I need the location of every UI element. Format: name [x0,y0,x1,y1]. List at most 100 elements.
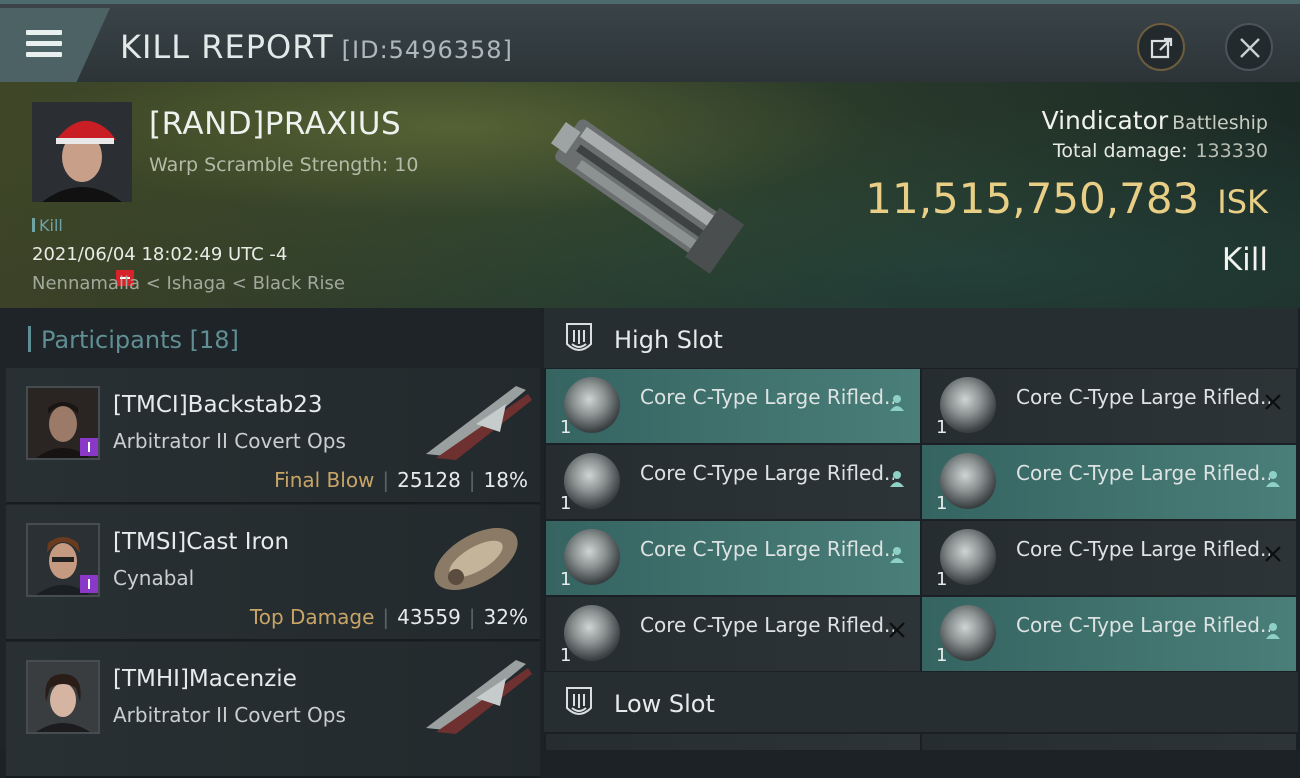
kill-summary-banner: [RAND]PRAXIUS Warp Scramble Strength: 10… [0,82,1300,308]
dropped-icon [890,395,904,411]
dropped-icon [1266,623,1280,639]
ship-class: Battleship [1172,112,1268,134]
kill-outcome: Kill [1221,242,1268,278]
large-projectile-turret-icon [564,605,620,661]
participant-name[interactable]: [TMSI]Cast Iron [113,529,289,555]
module-item[interactable]: 1 Core C-Type Large Rifled... [922,445,1296,519]
low-slot-icon [566,687,592,715]
title-bar: KILL REPORT [ID:5496358] [0,0,1300,86]
corp-badge-icon [80,438,98,456]
module-quantity: 1 [560,493,572,514]
participant-damage: 25128 [397,468,461,492]
victim-name[interactable]: [RAND]PRAXIUS [149,106,401,142]
participant-name[interactable]: [TMHI]Macenzie [113,666,297,692]
module-item[interactable] [546,734,920,750]
participant-row[interactable]: [TMSI]Cast Iron Cynabal Top Damage | 43559… [6,505,540,641]
participants-panel: Participants [18] [TMCI]Backstab23 Arbit… [0,308,540,778]
close-icon [1240,38,1260,58]
module-name: Core C-Type Large Rifled... [640,385,894,409]
dropped-icon [1266,471,1280,487]
module-quantity: 1 [560,645,572,666]
module-item[interactable]: 1 Core C-Type Large Rifled... [546,521,920,595]
module-item[interactable] [922,734,1296,750]
page-title-text: KILL REPORT [120,28,334,66]
participant-row[interactable]: [TMHI]Macenzie Arbitrator II Covert Ops [6,642,540,778]
large-projectile-turret-icon [564,529,620,585]
share-icon [1150,37,1173,59]
dropped-icon [890,547,904,563]
close-button[interactable] [1225,23,1273,71]
top-damage-tag: Top Damage [249,605,375,629]
pilot-avatar-icon [28,662,98,732]
participant-portrait [26,386,100,460]
page-title: KILL REPORT [ID:5496358] [120,28,513,66]
low-slot-header: Low Slot [544,672,1298,732]
module-name: Core C-Type Large Rifled... [640,461,894,485]
final-blow-tag: Final Blow [274,468,375,492]
large-projectile-turret-icon [564,377,620,433]
total-damage-value: 133330 [1195,140,1268,162]
module-name: Core C-Type Large Rifled... [640,613,894,637]
isk-unit: ISK [1217,183,1268,221]
module-item[interactable]: 1 Core C-Type Large Rifled... [922,521,1296,595]
module-name: Core C-Type Large Rifled... [1016,461,1270,485]
isk-amount: 11,515,750,783 [865,174,1200,223]
participant-ship: Arbitrator II Covert Ops [113,703,346,727]
isk-value: 11,515,750,783 ISK [865,174,1268,223]
module-quantity: 1 [936,645,948,666]
pilot-avatar-icon [32,102,132,202]
share-button[interactable] [1137,23,1185,71]
victim-ship-name[interactable]: Vindicator Battleship [1042,106,1268,135]
module-name: Core C-Type Large Rifled... [1016,537,1270,561]
module-item[interactable]: 1 Core C-Type Large Rifled... [922,369,1296,443]
high-slot-label: High Slot [614,326,723,354]
participant-damage-percent: 18% [483,468,528,492]
dropped-icon [890,471,904,487]
participant-portrait [26,660,100,734]
ship-name-text: Vindicator [1041,106,1169,135]
participant-ship-image [426,386,532,460]
large-projectile-turret-icon [940,529,996,585]
module-name: Core C-Type Large Rifled... [1016,385,1270,409]
high-slot-header: High Slot [544,308,1298,368]
module-item[interactable]: 1 Core C-Type Large Rifled... [546,445,920,519]
total-damage-label: Total damage: [1053,140,1188,162]
module-quantity: 1 [560,417,572,438]
fitting-panel: High Slot 1 Core C-Type Large Rifled... … [544,308,1300,750]
participant-portrait [26,523,100,597]
participant-ship-image [426,660,532,734]
participants-count: [18] [189,326,239,354]
destroyed-icon [1265,546,1281,562]
high-slot-icon [566,323,592,351]
participant-stats: Final Blow | 25128 | 18% [274,468,528,492]
kill-type-label: Kill [39,216,63,235]
large-projectile-turret-icon [940,605,996,661]
destroyed-icon [1265,394,1281,410]
victim-portrait[interactable] [32,102,132,202]
large-projectile-turret-icon [564,453,620,509]
large-projectile-turret-icon [940,377,996,433]
total-damage: Total damage: 133330 [1053,140,1268,162]
hamburger-menu-icon [26,30,62,58]
large-projectile-turret-icon [940,453,996,509]
module-item[interactable]: 1 Core C-Type Large Rifled... [922,597,1296,671]
participants-label: Participants [41,326,182,354]
participant-damage: 43559 [397,605,461,629]
participant-ship: Arbitrator II Covert Ops [113,429,346,453]
module-quantity: 1 [936,569,948,590]
module-name: Core C-Type Large Rifled... [640,537,894,561]
menu-button[interactable] [0,8,110,86]
participant-damage-percent: 32% [483,605,528,629]
participant-row[interactable]: [TMCI]Backstab23 Arbitrator II Covert Op… [6,368,540,504]
module-quantity: 1 [936,493,948,514]
module-name: Core C-Type Large Rifled... [1016,613,1270,637]
kill-location[interactable]: Nennamaila < Ishaga < Black Rise [32,273,345,294]
kill-type-tag: Kill [32,216,63,235]
module-quantity: 1 [560,569,572,590]
participant-stats: Top Damage | 43559 | 32% [249,605,528,629]
module-item[interactable]: 1 Core C-Type Large Rifled... [546,597,920,671]
module-item[interactable]: 1 Core C-Type Large Rifled... [546,369,920,443]
participant-name[interactable]: [TMCI]Backstab23 [113,392,322,418]
victim-ship-image[interactable] [530,92,760,297]
report-id: [ID:5496358] [341,36,513,64]
